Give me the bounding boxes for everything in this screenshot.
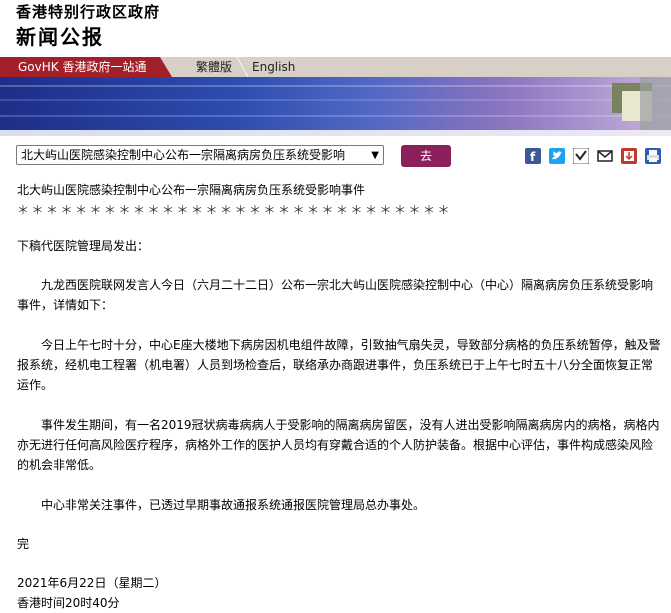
article-time: 香港时间20时40分 <box>17 596 120 610</box>
article-date: 2021年6月22日（星期二） <box>17 576 167 590</box>
article-source: 下稿代医院管理局发出： <box>17 239 150 253</box>
govhk-link[interactable]: GovHK 香港政府一站通 <box>0 57 172 77</box>
tab-divider <box>236 57 249 77</box>
press-release-title: 新闻公报 <box>16 25 104 49</box>
email-icon[interactable] <box>597 148 614 164</box>
language-tab-bar: GovHK 香港政府一站通 繁體版 English <box>0 57 671 77</box>
svg-text:f: f <box>530 150 536 164</box>
banner-underline <box>0 130 671 136</box>
facebook-icon[interactable]: f <box>525 148 541 164</box>
print-icon[interactable] <box>645 148 662 164</box>
article-body: 北大屿山医院感染控制中心公布一宗隔离病房负压系统受影响事件 ＊＊＊＊＊＊＊＊＊＊… <box>17 180 662 613</box>
article-paragraph-1: 九龙西医院联网发言人今日（六月二十二日）公布一宗北大屿山医院感染控制中心（中心）… <box>17 278 654 312</box>
header-banner <box>0 77 671 130</box>
twitter-icon[interactable] <box>549 148 566 164</box>
traditional-chinese-link[interactable]: 繁體版 <box>182 57 232 77</box>
weibo-icon[interactable] <box>572 147 590 165</box>
download-icon[interactable] <box>621 148 638 164</box>
go-button[interactable]: 去 <box>401 145 451 167</box>
chevron-down-icon: ▼ <box>371 150 379 161</box>
select-value: 北大屿山医院感染控制中心公布一宗隔离病房负压系统受影响 <box>21 148 346 162</box>
article-paragraph-3: 事件发生期间，有一名2019冠状病毒病病人于受影响的隔离病房留医，没有人进出受影… <box>17 418 660 472</box>
english-link[interactable]: English <box>252 57 295 77</box>
article-end-mark: 完 <box>17 537 30 551</box>
share-icons: f <box>525 147 664 167</box>
article-paragraph-4: 中心非常关注事件，已透过早期事故通报系统通报医院管理局总办事处。 <box>41 498 426 512</box>
page-header: 香港特别行政区政府 新闻公报 <box>16 3 160 50</box>
title-separator: ＊＊＊＊＊＊＊＊＊＊＊＊＊＊＊＊＊＊＊＊＊＊＊＊＊＊＊＊＊＊ <box>17 203 453 217</box>
government-name: 香港特别行政区政府 <box>16 3 161 21</box>
article-paragraph-2: 今日上午七时十分，中心E座大楼地下病房因机电组件故障，引致抽气扇失灵，导致部分病… <box>17 338 661 392</box>
article-title: 北大屿山医院感染控制中心公布一宗隔离病房负压系统受影响事件 <box>17 183 366 197</box>
press-release-select[interactable]: 北大屿山医院感染控制中心公布一宗隔离病房负压系统受影响 ▼ <box>16 145 384 165</box>
